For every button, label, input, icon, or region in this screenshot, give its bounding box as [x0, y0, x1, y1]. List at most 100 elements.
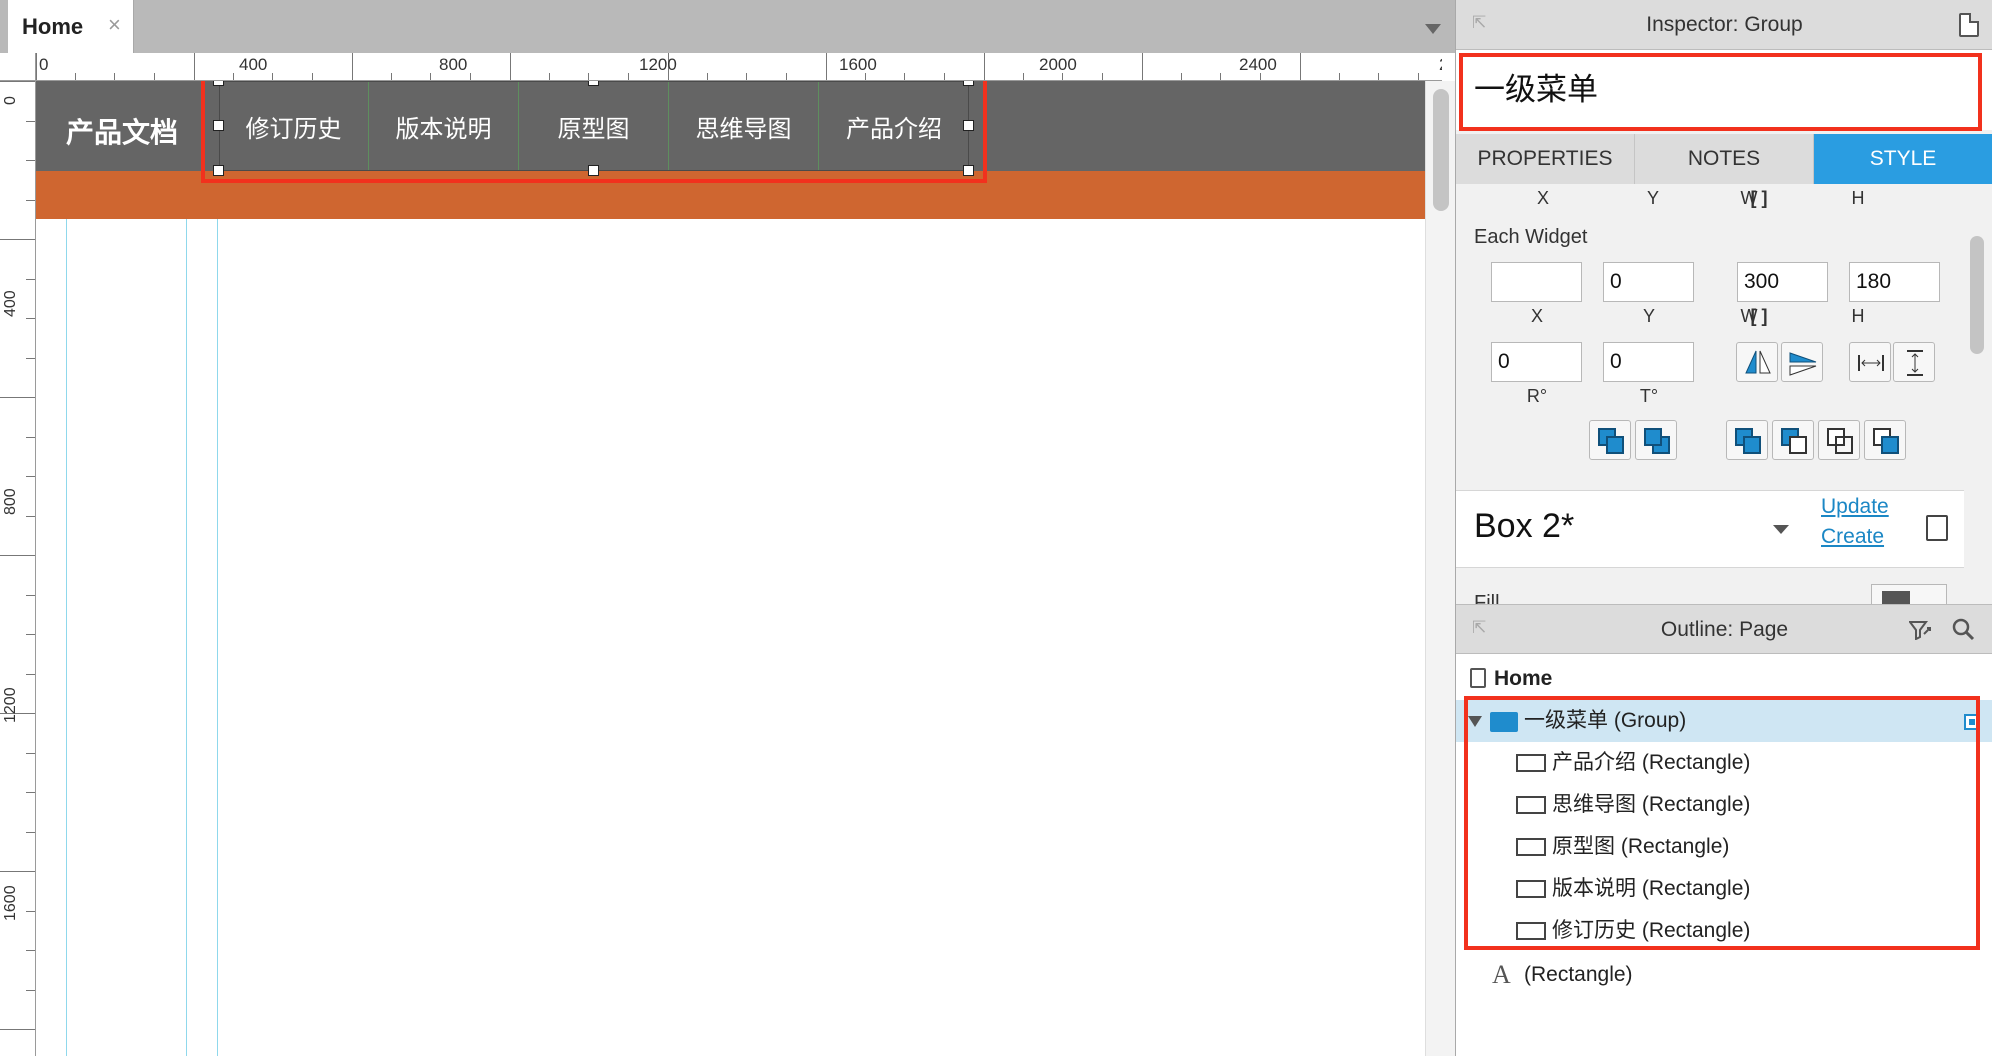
flip-vertical-icon[interactable]: [1781, 342, 1823, 382]
canvas-area: 0 400 800 1200 1600 2000 2400 28: [0, 53, 1455, 1056]
arrange-group-icon[interactable]: [1864, 420, 1906, 460]
style-pane-scrollbar[interactable]: [1964, 196, 1990, 596]
document-tab-bar: Home ×: [0, 0, 1455, 53]
text-widget-icon: A: [1492, 960, 1511, 989]
outline-rect-row[interactable]: 产品介绍 (Rectangle): [1456, 742, 1992, 784]
resize-handle[interactable]: [963, 165, 974, 176]
menu-item-revision-history[interactable]: 修订历史: [219, 81, 369, 171]
y-label: Y: [1646, 188, 1659, 208]
tab-close-icon[interactable]: ×: [108, 12, 121, 38]
canvas-vertical-scrollbar[interactable]: [1425, 81, 1455, 1056]
resize-handle[interactable]: [963, 81, 974, 86]
page-notes-icon[interactable]: [1959, 13, 1979, 37]
outline-page-label: Home: [1494, 667, 1553, 690]
outline-rect-row[interactable]: 原型图 (Rectangle): [1456, 826, 1992, 868]
x-label: X: [1536, 188, 1549, 208]
menu-item-version-notes[interactable]: 版本说明: [369, 81, 519, 171]
distribute-horizontal-icon[interactable]: [1849, 342, 1891, 382]
widget-style-row: Box 2* Update Create: [1456, 490, 1964, 568]
outline-tree: Home 一级菜单 (Group) 产品介绍 (Rectangle) 思维导图 …: [1456, 654, 1992, 1056]
ruler-label: 0: [39, 55, 49, 74]
menu-item-prototype[interactable]: 原型图: [519, 81, 669, 171]
expand-triangle-icon[interactable]: [1468, 716, 1482, 727]
inspector-title: Inspector: Group: [1646, 13, 1803, 36]
tab-notes[interactable]: NOTES: [1635, 134, 1814, 184]
menu-item-product-intro[interactable]: 产品介绍: [819, 81, 969, 171]
lock-ratio-icon[interactable]: [ ]: [1749, 306, 1769, 327]
x-label: X: [1530, 306, 1543, 326]
ruler-label: 1600: [2, 885, 19, 921]
outline-rect-row[interactable]: 修订历史 (Rectangle): [1456, 910, 1992, 952]
widget-style-select[interactable]: Box 2*: [1474, 507, 1574, 546]
x-input[interactable]: [1491, 262, 1582, 302]
y-label: Y: [1642, 306, 1655, 326]
outline-item-label: 版本说明 (Rectangle): [1552, 877, 1751, 900]
bring-forward-icon[interactable]: [1589, 420, 1631, 460]
arrange-overlap-icon[interactable]: [1818, 420, 1860, 460]
outline-text-row[interactable]: A (Rectangle): [1456, 954, 1992, 996]
guide-line: [186, 81, 187, 1056]
scrollbar-thumb[interactable]: [1970, 236, 1984, 354]
ruler-corner: [0, 53, 36, 81]
height-input[interactable]: 180: [1849, 262, 1940, 302]
resize-handle[interactable]: [588, 81, 599, 86]
chevron-down-icon[interactable]: [1773, 525, 1789, 534]
fill-color-picker[interactable]: [1871, 584, 1947, 604]
ruler-label: 400: [2, 290, 19, 317]
ruler-label: 1600: [839, 55, 877, 74]
outline-page-row[interactable]: Home: [1456, 658, 1992, 700]
update-style-link[interactable]: Update: [1821, 495, 1889, 519]
edit-style-icon[interactable]: [1926, 515, 1948, 541]
flip-horizontal-icon[interactable]: [1736, 342, 1778, 382]
guide-line: [66, 81, 67, 1056]
resize-handle[interactable]: [588, 165, 599, 176]
resize-handle[interactable]: [213, 81, 224, 86]
text-rotation-input[interactable]: 0: [1603, 342, 1694, 382]
page-icon: [1470, 668, 1486, 688]
guide-line: [217, 81, 218, 1056]
rectangle-icon: [1516, 880, 1546, 898]
outline-rect-row[interactable]: 思维导图 (Rectangle): [1456, 784, 1992, 826]
tab-properties[interactable]: PROPERTIES: [1456, 134, 1635, 184]
tab-style[interactable]: STYLE: [1814, 134, 1992, 184]
resize-handle[interactable]: [213, 120, 224, 131]
bring-to-front-icon[interactable]: [1726, 420, 1768, 460]
style-pane: X Y W [ ] H Each Widget 0 300 180 X Y W …: [1456, 184, 1992, 604]
fill-label: Fill: [1474, 592, 1500, 604]
orange-banner[interactable]: [36, 171, 1425, 219]
y-input[interactable]: 0: [1603, 262, 1694, 302]
filter-icon[interactable]: [1909, 620, 1933, 640]
rotation-input[interactable]: 0: [1491, 342, 1582, 382]
horizontal-ruler: 0 400 800 1200 1600 2000 2400 28: [36, 53, 1442, 81]
fill-color-swatch: [1882, 591, 1910, 604]
top-menu-bar: 产品文档 修订历史 版本说明 原型图 思维导图 产品介绍: [36, 81, 1425, 171]
ruler-label: 2400: [1239, 55, 1277, 74]
create-style-link[interactable]: Create: [1821, 525, 1884, 549]
rectangle-icon: [1516, 754, 1546, 772]
width-input[interactable]: 300: [1737, 262, 1828, 302]
h-label: H: [1851, 188, 1865, 208]
outline-rect-row[interactable]: 版本说明 (Rectangle): [1456, 868, 1992, 910]
brand-title[interactable]: 产品文档: [66, 111, 178, 151]
section-title: Each Widget: [1474, 226, 1588, 248]
design-page[interactable]: 产品文档 修订历史 版本说明 原型图 思维导图 产品介绍: [36, 81, 1425, 1056]
resize-handle[interactable]: [213, 165, 224, 176]
outline-item-label: (Rectangle): [1524, 963, 1633, 986]
send-to-back-icon[interactable]: [1772, 420, 1814, 460]
ruler-label: 2000: [1039, 55, 1077, 74]
widget-name-field[interactable]: 一级菜单: [1456, 50, 1992, 130]
tab-overflow-icon[interactable]: [1425, 24, 1441, 34]
tab-home[interactable]: Home ×: [8, 0, 134, 53]
resize-handle[interactable]: [963, 120, 974, 131]
scrollbar-thumb[interactable]: [1433, 89, 1449, 211]
send-backward-icon[interactable]: [1635, 420, 1677, 460]
h-label: H: [1851, 306, 1865, 326]
menu-item-mind-map[interactable]: 思维导图: [669, 81, 819, 171]
selection-indicator-icon: [1964, 714, 1980, 730]
ruler-label: 1200: [639, 55, 677, 74]
distribute-vertical-icon[interactable]: [1893, 342, 1935, 382]
search-icon[interactable]: [1951, 617, 1975, 641]
inspector-tabs: PROPERTIES NOTES STYLE: [1456, 134, 1992, 184]
outline-group-row[interactable]: 一级菜单 (Group): [1456, 700, 1992, 742]
lock-ratio-icon[interactable]: [ ]: [1749, 188, 1769, 209]
